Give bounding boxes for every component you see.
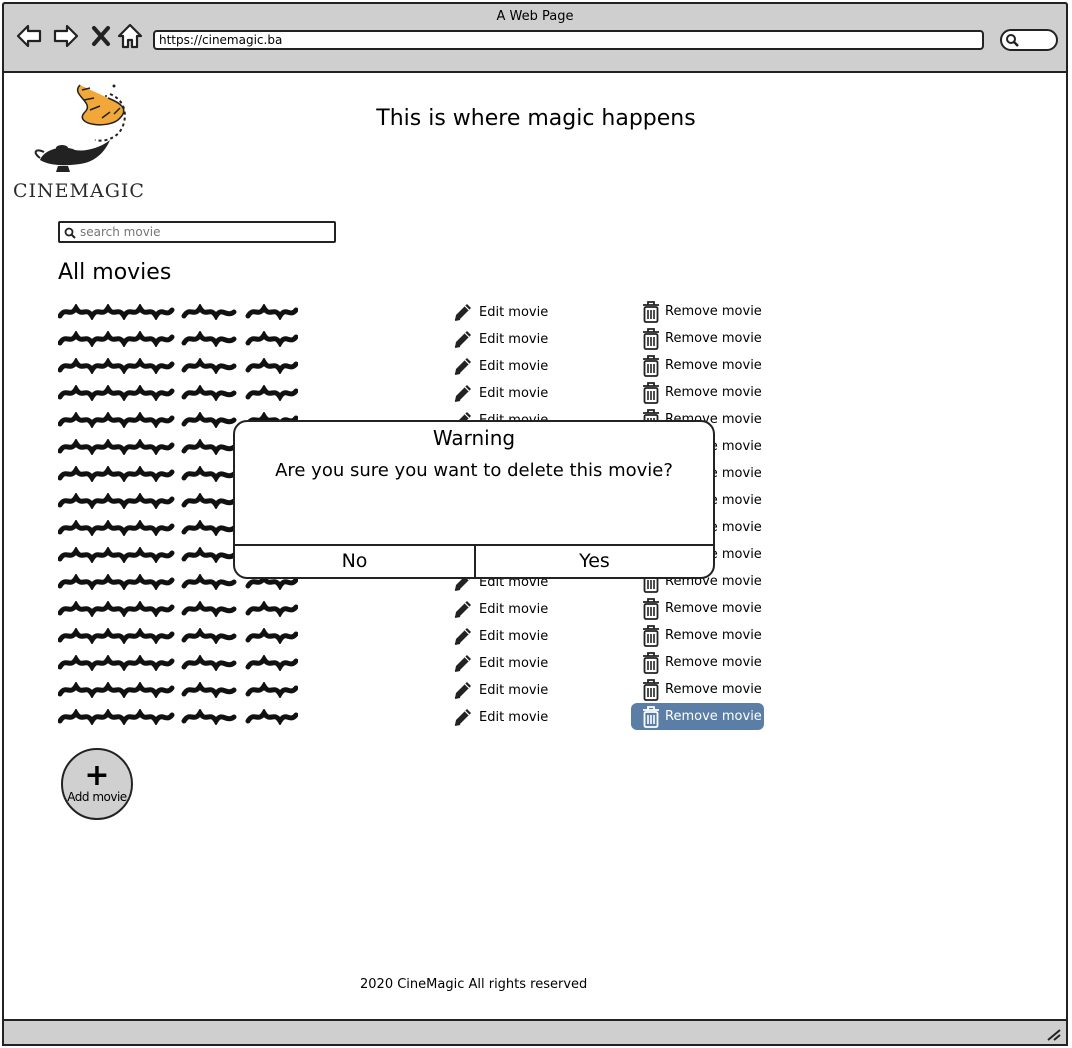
edit-movie-button[interactable]: Edit movie [452,329,548,349]
remove-movie-button[interactable]: Remove movie [631,352,764,379]
movie-row: Edit movie Remove movie [58,703,778,730]
edit-movie-button[interactable]: Edit movie [452,653,548,673]
remove-movie-label: Remove movie [665,682,762,697]
pencil-icon [454,358,471,375]
pencil-icon [454,628,471,645]
pencil-icon [454,601,471,618]
edit-movie-button[interactable]: Edit movie [452,383,548,403]
movie-row: Edit movie Remove movie [58,354,778,377]
search-input[interactable] [80,224,330,240]
page-headline: This is where magic happens [376,106,696,131]
remove-movie-button[interactable]: Remove movie [631,649,764,676]
remove-movie-label: Remove movie [665,358,762,373]
edit-movie-label: Edit movie [479,628,549,644]
url-text: https://cinemagic.ba [159,33,283,47]
add-movie-label: Add movie [67,790,127,804]
edit-movie-label: Edit movie [479,331,549,347]
remove-movie-label: Remove movie [665,304,762,319]
edit-movie-label: Edit movie [479,709,549,725]
window-title: A Web Page [496,9,574,24]
trash-icon [643,597,659,620]
section-title: All movies [58,260,172,285]
plus-icon: + [84,758,110,793]
remove-movie-button[interactable]: Remove movie [631,325,764,352]
edit-movie-label: Edit movie [479,385,549,401]
logo-wordmark: CINEMAGIC [13,180,145,202]
pencil-icon [454,655,471,672]
edit-movie-button[interactable]: Edit movie [452,356,548,376]
dialog-title: Warning [432,426,516,450]
pencil-icon [454,331,471,348]
trash-icon [643,354,659,377]
edit-movie-label: Edit movie [479,304,549,320]
stop-icon[interactable] [88,22,116,50]
remove-movie-button[interactable]: Remove movie [631,676,764,703]
remove-movie-button[interactable]: Remove movie [631,379,764,406]
movie-row: Edit movie Remove movie [58,597,778,620]
movie-search-box[interactable] [58,221,336,243]
dialog-message: Are you sure you want to delete this mov… [275,460,673,481]
remove-movie-button[interactable]: Remove movie [631,298,764,325]
trash-icon [643,651,659,674]
movie-row: Edit movie Remove movie [58,678,778,701]
remove-movie-label: Remove movie [665,709,762,724]
movie-row: Edit movie Remove movie [58,651,778,674]
remove-movie-button[interactable]: Remove movie [631,595,764,622]
delete-confirmation-dialog: Warning Are you sure you want to delete … [233,420,715,579]
trash-icon [643,327,659,350]
pencil-icon [454,709,471,726]
home-icon[interactable] [116,22,144,50]
movie-row: Edit movie Remove movie [58,624,778,647]
search-icon [1006,34,1019,47]
movie-row: Edit movie Remove movie [58,327,778,350]
edit-movie-label: Edit movie [479,358,549,374]
trash-icon [643,381,659,404]
search-icon [64,227,76,239]
remove-movie-label: Remove movie [665,331,762,346]
yes-button[interactable]: Yes [476,546,713,579]
edit-movie-label: Edit movie [479,655,549,671]
pencil-icon [454,304,471,321]
edit-movie-button[interactable]: Edit movie [452,599,548,619]
movie-row: Edit movie Remove movie [58,381,778,404]
resize-grip-icon[interactable] [1046,1027,1062,1041]
back-icon[interactable] [15,22,43,50]
edit-movie-label: Edit movie [479,601,549,617]
pencil-icon [454,385,471,402]
trash-icon [643,300,659,323]
footer-text: 2020 CineMagic All rights reserved [360,977,588,992]
remove-movie-label: Remove movie [665,601,762,616]
movie-row: Edit movie Remove movie [58,300,778,323]
add-movie-button[interactable]: + Add movie [61,748,133,820]
remove-movie-button[interactable]: Remove movie [631,703,764,730]
browser-search-field[interactable] [1000,29,1058,51]
trash-icon [643,705,659,728]
remove-movie-button[interactable]: Remove movie [631,622,764,649]
edit-movie-button[interactable]: Edit movie [452,707,548,727]
remove-movie-label: Remove movie [665,628,762,643]
url-bar[interactable]: https://cinemagic.ba [153,30,984,50]
edit-movie-label: Edit movie [479,682,549,698]
remove-movie-label: Remove movie [665,385,762,400]
pencil-icon [454,682,471,699]
remove-movie-label: Remove movie [665,655,762,670]
no-button[interactable]: No [235,546,476,579]
trash-icon [643,624,659,647]
status-bar [2,1019,1068,1046]
edit-movie-button[interactable]: Edit movie [452,626,548,646]
edit-movie-button[interactable]: Edit movie [452,302,548,322]
forward-icon[interactable] [52,22,80,50]
trash-icon [643,678,659,701]
edit-movie-button[interactable]: Edit movie [452,680,548,700]
